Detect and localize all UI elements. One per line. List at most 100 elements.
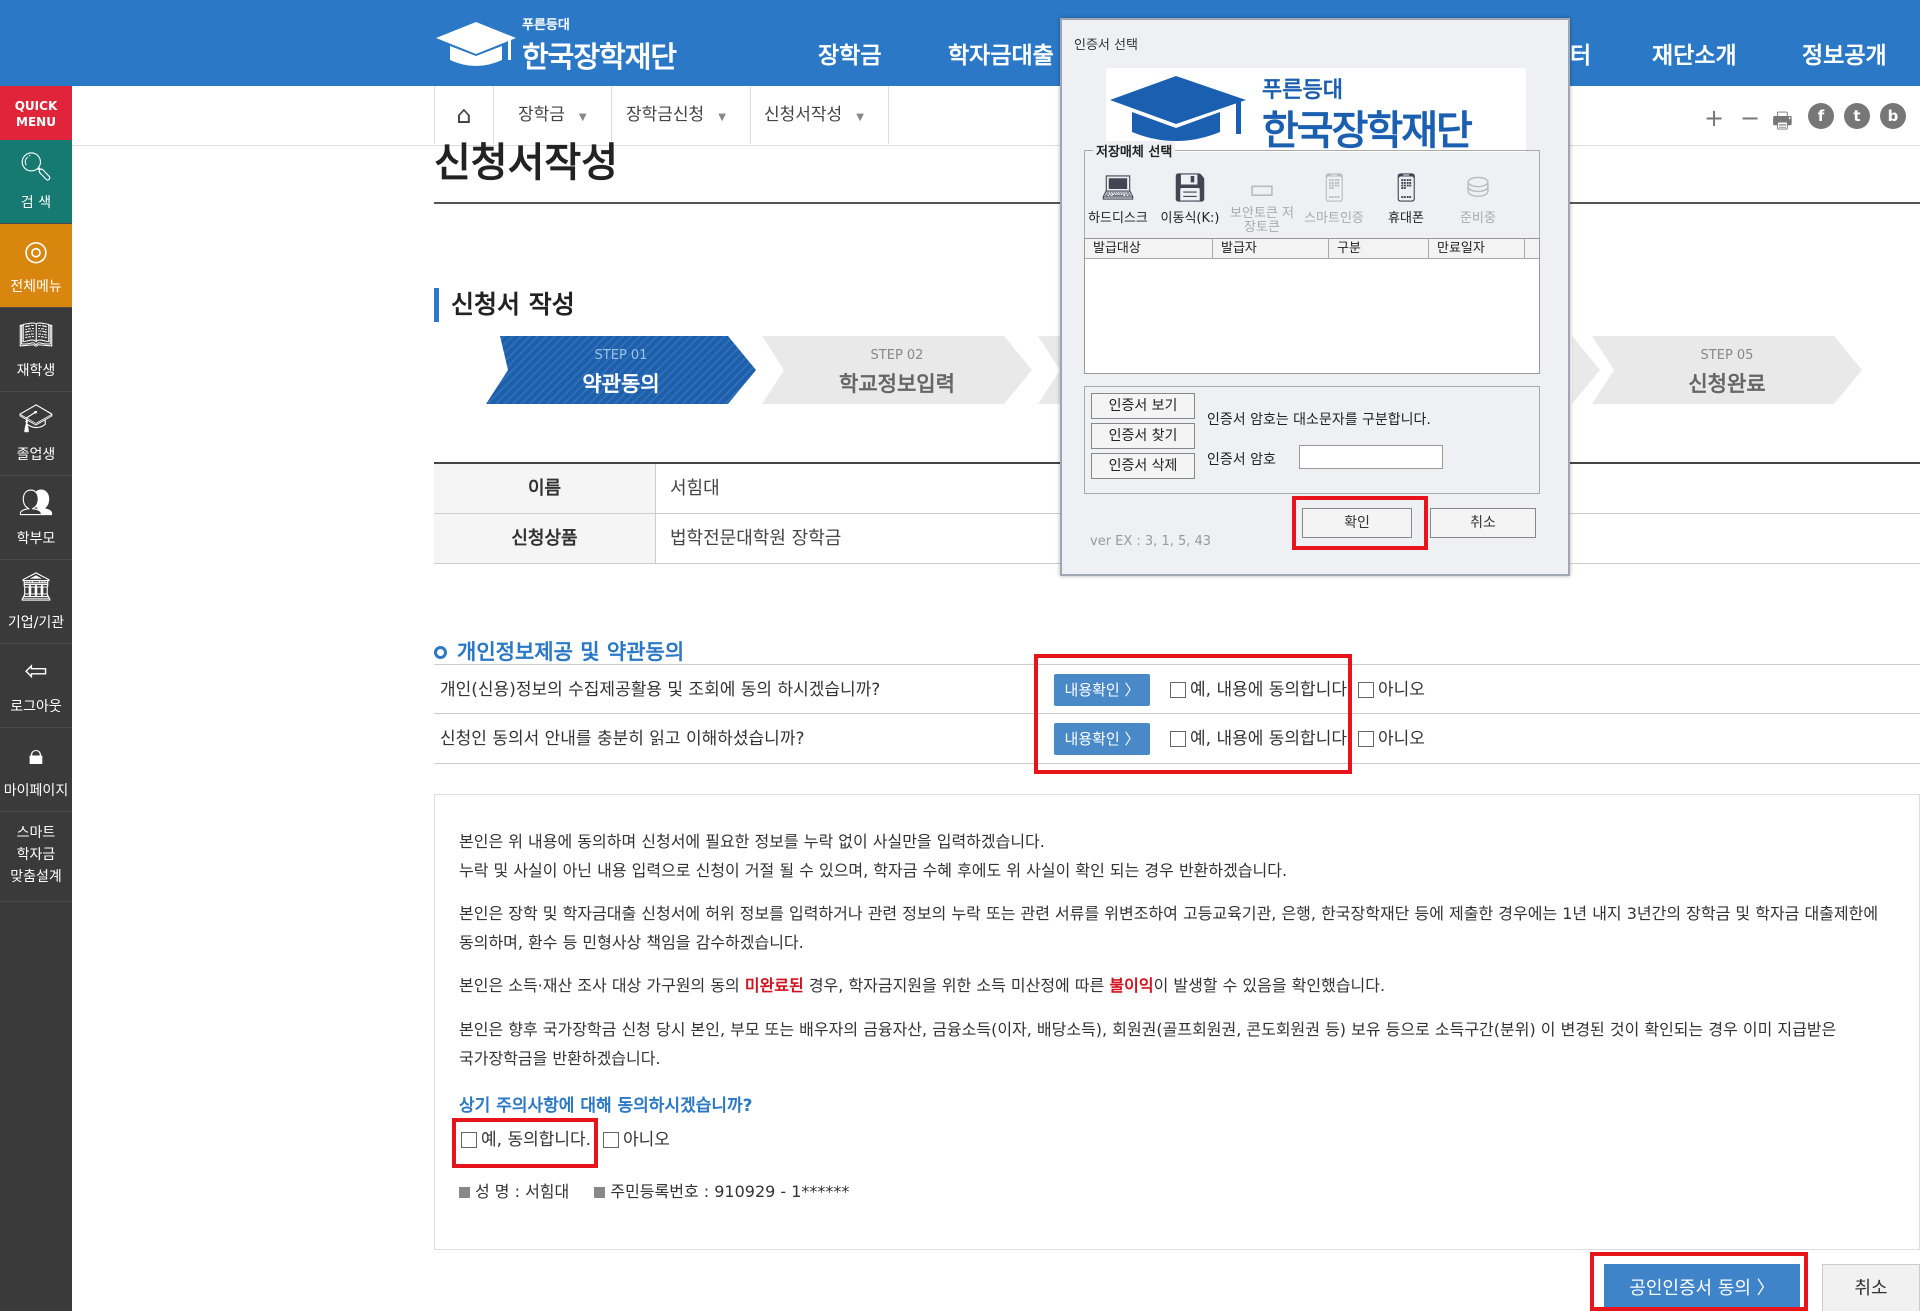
quick-item-search[interactable]: 🔍︎ 검 색 — [0, 140, 72, 224]
quick-item-student[interactable]: 📖︎ 재학생 — [0, 308, 72, 392]
breadcrumb-item-apply[interactable]: 장학금신청 ▼ — [602, 86, 751, 144]
quick-item-logout[interactable]: ⇦ 로그아웃 — [0, 644, 72, 728]
media-label: 보안토큰 저장토큰 — [1230, 206, 1294, 235]
dialog-title: 인증서 선택 — [1074, 38, 1138, 53]
checkbox-box[interactable] — [603, 1132, 619, 1148]
notice-box: 본인은 위 내용에 동의하며 신청서에 필요한 정보를 누락 없이 사실만을 입… — [434, 794, 1920, 1250]
notice-question: 상기 주의사항에 대해 동의하시겠습니까? — [459, 1096, 753, 1116]
quick-item-label: 학부모 — [16, 531, 56, 547]
media-label: 하드디스크 — [1088, 211, 1148, 226]
quick-item-company[interactable]: 🏛︎ 기업/기관 — [0, 560, 72, 644]
zoom-in-icon[interactable]: + — [1704, 104, 1724, 132]
quick-item-label: 검 색 — [20, 195, 52, 211]
people-icon: 👥︎ — [18, 486, 54, 519]
highlight-frame — [1034, 654, 1352, 774]
breadcrumb-item-application[interactable]: 신청서작성 ▼ — [740, 86, 889, 144]
highlight-frame — [452, 1118, 598, 1168]
caret-down-icon: ▼ — [718, 112, 726, 123]
step-01-active: STEP 01 약관동의 — [486, 336, 756, 404]
zoom-out-icon[interactable]: − — [1740, 104, 1760, 132]
column-header[interactable]: 발급대상 — [1085, 239, 1213, 259]
print-icon[interactable]: 🖶 — [1772, 104, 1793, 142]
smart-plan-label: 맞춤설계 — [10, 869, 62, 885]
logout-icon: ⇦ — [24, 654, 48, 687]
nav-foundation-intro[interactable]: 재단소개 — [1652, 36, 1737, 70]
nav-center-partial[interactable]: 터 — [1570, 36, 1591, 70]
step-label: 신청완료 — [1688, 372, 1766, 396]
square-bullet-icon — [459, 1187, 470, 1198]
breadcrumb: ⌂ 장학금 ▼ 장학금신청 ▼ 신청서작성 ▼ — [0, 86, 1920, 146]
view-cert-button[interactable]: 인증서 보기 — [1091, 393, 1195, 419]
applicant-summary: 성 명 : 서힘대 주민등록번호 : 910929 - 1****** — [459, 1177, 849, 1206]
cert-password-input[interactable] — [1299, 445, 1443, 469]
info-value: 서힘대 — [670, 478, 720, 499]
media-security-token[interactable]: ▭ 보안토큰 저장토큰 — [1229, 171, 1295, 235]
building-icon: 🏛︎ — [18, 570, 54, 603]
checkbox-label: 아니오 — [1378, 680, 1425, 700]
graduation-cap-logo-icon — [1110, 76, 1246, 141]
media-smart-auth[interactable]: 📱︎ 스마트인증 — [1301, 171, 1367, 226]
logo-subtitle: 푸른등대 — [522, 18, 570, 33]
find-cert-button[interactable]: 인증서 찾기 — [1091, 423, 1195, 449]
removable-disk-icon: 💾︎ — [1172, 171, 1208, 204]
nav-info-disclosure[interactable]: 정보공개 — [1802, 36, 1887, 70]
info-value: 법학전문대학원 장학금 — [670, 528, 842, 549]
step-label: 약관동의 — [582, 372, 660, 396]
step-number: STEP 05 — [1700, 348, 1754, 363]
quick-item-label: 졸업생 — [16, 447, 56, 463]
delete-cert-button[interactable]: 인증서 삭제 — [1091, 453, 1195, 479]
quick-item-mypage[interactable]: 🔒︎ 마이페이지 — [0, 728, 72, 812]
nav-scholarship[interactable]: 장학금 — [818, 36, 881, 70]
quick-item-all-menu[interactable]: ◎ 전체메뉴 — [0, 224, 72, 308]
media-label: 이동식(K:) — [1160, 211, 1220, 226]
blog-icon[interactable]: b — [1880, 103, 1906, 129]
agreement-question: 신청인 동의서 안내를 충분히 읽고 이해하셨습니까? — [440, 729, 805, 749]
nav-student-loan[interactable]: 학자금대출 — [948, 36, 1054, 70]
checkbox-box[interactable] — [1358, 682, 1374, 698]
column-header[interactable]: 구분 — [1329, 239, 1429, 259]
top-header: 푸른등대 한국장학재단 장학금 학자금대출 터 재단소개 정보공개 — [0, 0, 1920, 86]
pending-icon: ⛁ — [1466, 171, 1490, 204]
media-pending[interactable]: ⛁ 준비중 — [1445, 171, 1511, 226]
quick-item-graduate[interactable]: 🎓︎ 졸업생 — [0, 392, 72, 476]
quick-item-parents[interactable]: 👥︎ 학부모 — [0, 476, 72, 560]
checkbox-box[interactable] — [1358, 731, 1374, 747]
certificate-list[interactable]: 발급대상 발급자 구분 만료일자 — [1084, 238, 1540, 374]
site-logo[interactable]: 푸른등대 한국장학재단 — [432, 14, 682, 76]
smart-plan-label: 학자금 — [16, 847, 56, 863]
breadcrumb-label: 장학금신청 — [626, 105, 705, 125]
quick-item-smart-plan[interactable]: 스마트 학자금 맞춤설계 — [0, 812, 72, 902]
quick-menu-label: QUICK MENU — [0, 86, 72, 140]
media-hard-disk[interactable]: 💻︎ 하드디스크 — [1085, 171, 1151, 226]
media-removable[interactable]: 💾︎ 이동식(K:) — [1157, 171, 1223, 226]
caret-down-icon: ▼ — [856, 112, 864, 123]
column-header[interactable]: 발급자 — [1213, 239, 1329, 259]
graduation-cap-logo-icon — [436, 22, 516, 66]
twitter-icon[interactable]: t — [1844, 103, 1870, 129]
book-icon: 📖︎ — [18, 318, 54, 351]
column-header[interactable]: 만료일자 — [1429, 239, 1525, 259]
agreement-question: 개인(신용)정보의 수집제공활용 및 조회에 동의 하시겠습니까? — [440, 680, 881, 700]
info-label: 신청상품 — [434, 514, 656, 563]
agree-no-checkbox[interactable]: 아니오 — [1358, 714, 1425, 764]
highlight-frame — [1590, 1252, 1808, 1311]
case-sensitive-note: 인증서 암호는 대소문자를 구분합니다. — [1207, 412, 1431, 428]
cancel-button[interactable]: 취소 — [1822, 1264, 1920, 1311]
facebook-icon[interactable]: f — [1808, 103, 1834, 129]
applicant-name: 성 명 : 서힘대 — [475, 1182, 570, 1201]
breadcrumb-label: 장학금 — [518, 105, 565, 125]
applicant-id-number: 주민등록번호 : 910929 - 1****** — [610, 1182, 850, 1201]
search-icon: 🔍︎ — [18, 150, 54, 183]
notice-paragraph: 본인은 장학 및 학자금대출 신청서에 허위 정보를 입력하거나 관련 정보의 … — [459, 904, 1879, 952]
step-label: 학교정보입력 — [839, 372, 955, 396]
version-label: ver EX : 3, 1, 5, 43 — [1090, 534, 1212, 549]
quick-item-label: 로그아웃 — [10, 699, 62, 715]
notice-agree-no-checkbox[interactable]: 아니오 — [603, 1115, 670, 1165]
notice-paragraph: 본인은 소득·재산 조사 대상 가구원의 동의 미완료된 경우, 학자금지원을 … — [459, 976, 1386, 995]
dialog-cancel-button[interactable]: 취소 — [1430, 508, 1536, 538]
media-mobile-phone[interactable]: 📱︎ 휴대폰 — [1373, 171, 1439, 226]
section-title: 신청서 작성 — [434, 288, 575, 322]
circle-bullet-icon — [434, 646, 447, 659]
mobile-phone-icon: 📱︎ — [1388, 171, 1424, 204]
agree-no-checkbox[interactable]: 아니오 — [1358, 665, 1425, 715]
